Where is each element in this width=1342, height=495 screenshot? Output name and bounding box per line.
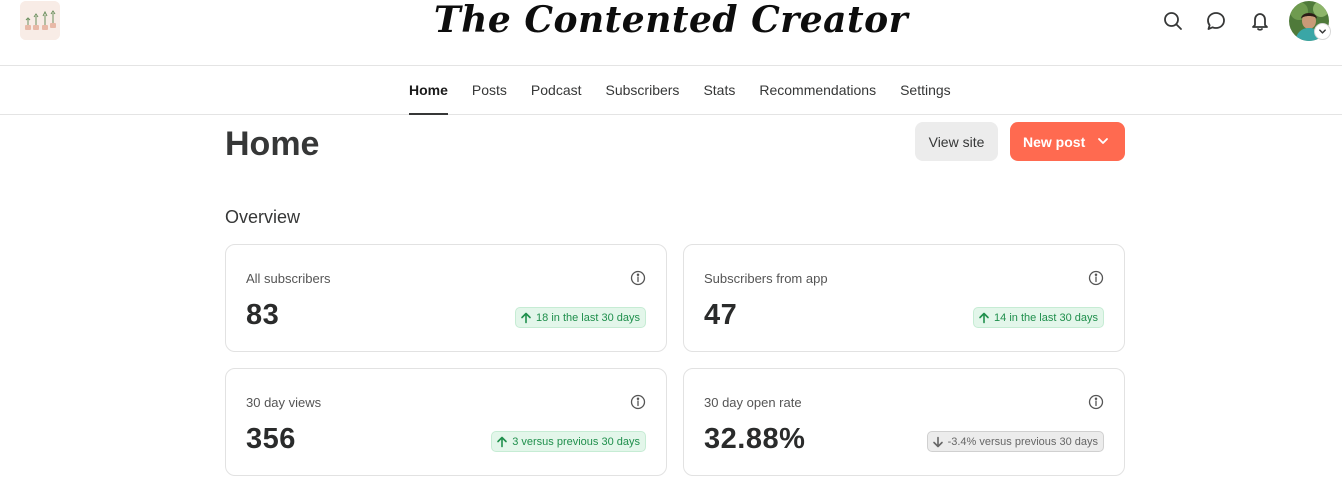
new-post-button[interactable]: New post bbox=[1010, 122, 1125, 161]
card-label: 30 day open rate bbox=[704, 395, 802, 410]
trend-badge: 14 in the last 30 days bbox=[973, 307, 1104, 328]
chevron-down-icon[interactable] bbox=[1097, 135, 1109, 147]
stat-card-all-subscribers[interactable]: All subscribers 83 18 in the last 30 day… bbox=[225, 244, 667, 352]
arrow-up-icon bbox=[497, 436, 508, 447]
info-icon[interactable] bbox=[1088, 394, 1104, 410]
stat-card-30-day-views[interactable]: 30 day views 356 3 versus previous 30 da… bbox=[225, 368, 667, 476]
chevron-down-icon[interactable] bbox=[1314, 23, 1331, 40]
nav-item-podcast[interactable]: Podcast bbox=[531, 66, 582, 115]
nav-item-settings[interactable]: Settings bbox=[900, 66, 951, 115]
info-icon[interactable] bbox=[1088, 270, 1104, 286]
card-label: 30 day views bbox=[246, 395, 322, 410]
nav-item-posts[interactable]: Posts bbox=[472, 66, 507, 115]
card-label: All subscribers bbox=[246, 271, 331, 286]
info-icon[interactable] bbox=[630, 394, 646, 410]
arrow-up-icon bbox=[521, 312, 531, 323]
stat-card-30-day-open-rate[interactable]: 30 day open rate 32.88% -3.4% versus pre… bbox=[683, 368, 1125, 476]
view-site-label: View site bbox=[928, 133, 985, 150]
trend-text: 3 versus previous 30 days bbox=[512, 435, 640, 448]
arrow-down-icon bbox=[932, 436, 943, 447]
trend-badge: 18 in the last 30 days bbox=[515, 307, 646, 328]
arrow-up-icon bbox=[979, 312, 989, 323]
info-icon[interactable] bbox=[630, 270, 646, 286]
top-header: The Contented Creator bbox=[0, 0, 1342, 66]
trend-text: -3.4% versus previous 30 days bbox=[947, 435, 1098, 448]
card-value: 47 bbox=[704, 299, 738, 331]
search-icon[interactable] bbox=[1162, 10, 1184, 32]
card-value: 83 bbox=[246, 299, 280, 331]
stat-card-subscribers-from-app[interactable]: Subscribers from app 47 14 in the last 3… bbox=[683, 244, 1125, 352]
site-title[interactable]: The Contented Creator bbox=[0, 0, 1342, 40]
nav-item-recommendations[interactable]: Recommendations bbox=[759, 66, 876, 115]
page-title: Home bbox=[225, 125, 320, 163]
card-value: 32.88% bbox=[704, 423, 806, 455]
trend-text: 18 in the last 30 days bbox=[536, 311, 640, 324]
nav-item-subscribers[interactable]: Subscribers bbox=[606, 66, 680, 115]
trend-badge: 3 versus previous 30 days bbox=[491, 431, 646, 452]
card-value: 356 bbox=[246, 423, 296, 455]
overview-title: Overview bbox=[225, 207, 301, 227]
bell-icon[interactable] bbox=[1249, 10, 1271, 32]
main-nav: Home Posts Podcast Subscribers Stats Rec… bbox=[0, 66, 1342, 115]
view-site-button[interactable]: View site bbox=[915, 122, 998, 161]
trend-badge: -3.4% versus previous 30 days bbox=[926, 431, 1104, 452]
card-label: Subscribers from app bbox=[704, 271, 828, 286]
trend-text: 14 in the last 30 days bbox=[994, 311, 1098, 324]
nav-item-home[interactable]: Home bbox=[409, 66, 448, 115]
chat-icon[interactable] bbox=[1205, 10, 1227, 32]
new-post-label: New post bbox=[1023, 133, 1086, 150]
nav-item-stats[interactable]: Stats bbox=[703, 66, 735, 115]
